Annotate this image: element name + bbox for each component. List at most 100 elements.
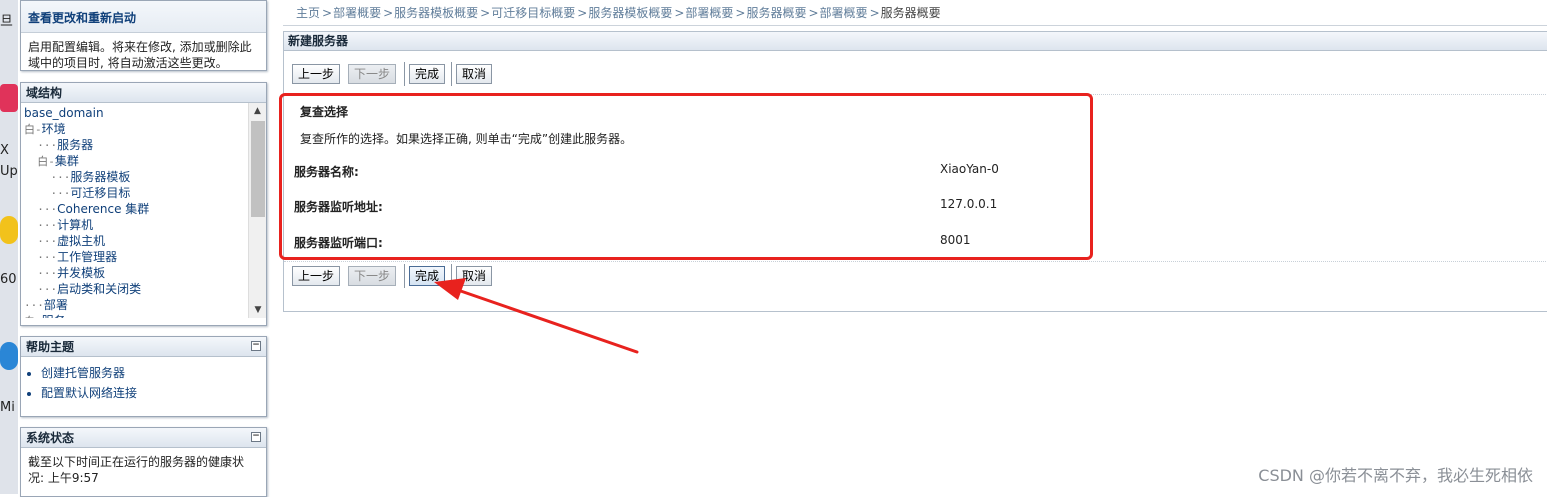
breadcrumb-separator: > (480, 6, 491, 20)
desktop-app-icon[interactable] (0, 84, 18, 112)
breadcrumb-link[interactable]: 服务器模板概要 (588, 6, 672, 20)
tree-connector: ··· (24, 299, 44, 312)
finish-button[interactable]: 完成 (409, 266, 446, 286)
tree-node[interactable]: ···服务器 (24, 137, 266, 153)
breadcrumb-link[interactable]: 部署概要 (685, 6, 733, 20)
desktop-app-icon[interactable] (0, 342, 18, 370)
breadcrumb-separator: > (808, 6, 819, 20)
system-status-title: 系统状态 (26, 431, 75, 445)
breadcrumb-link[interactable]: 服务器模板概要 (394, 6, 478, 20)
tree-node[interactable]: ···虚拟主机 (24, 233, 266, 249)
change-center-panel: 查看更改和重新启动 启用配置编辑。将来在修改, 添加或删除此域中的项目时, 将自… (20, 0, 267, 71)
breadcrumb: 主页 >部署概要 >服务器模板概要 >可迁移目标概要 >服务器模板概要 >部署概要 >服务器… (296, 4, 941, 21)
button-separator (451, 264, 452, 288)
tree-node[interactable]: 白-集群 (24, 153, 266, 169)
next-button[interactable]: 下一步 (348, 266, 397, 286)
tree-connector: 白- (24, 315, 42, 318)
tree-node-label[interactable]: 服务器 (57, 138, 93, 152)
tree-connector: 白- (24, 123, 42, 136)
tree-connector: ··· (24, 139, 58, 152)
help-topics-list: 创建托管服务器 配置默认网络连接 (21, 357, 266, 409)
tree-node[interactable]: 白-环境 (24, 121, 266, 137)
tree-node-label[interactable]: Coherence 集群 (57, 202, 149, 216)
help-topics-title: 帮助主题 (26, 340, 75, 354)
breadcrumb-current: 服务器概要 (880, 6, 941, 20)
back-button[interactable]: 上一步 (292, 64, 341, 84)
view-changes-restart-link[interactable]: 查看更改和重新启动 (21, 1, 266, 33)
tree-node-label[interactable]: 服务器模板 (70, 170, 130, 184)
tree-node-label[interactable]: 虚拟主机 (57, 234, 105, 248)
cancel-button[interactable]: 取消 (456, 266, 493, 286)
review-description: 复查所作的选择。如果选择正确, 则单击“完成”创建此服务器。 (300, 132, 633, 146)
tree-connector: ··· (24, 235, 58, 248)
cancel-button[interactable]: 取消 (456, 64, 493, 84)
tree-scrollbar[interactable]: ▲ ▼ (248, 103, 266, 318)
scroll-thumb[interactable] (251, 121, 265, 217)
desktop-app-icon[interactable] (0, 216, 18, 244)
scroll-down-icon[interactable]: ▼ (249, 302, 266, 318)
button-separator (404, 62, 405, 86)
tree-node[interactable]: ···部署 (24, 297, 266, 313)
tree-node[interactable]: ···服务器模板 (24, 169, 266, 185)
breadcrumb-link[interactable]: 部署概要 (333, 6, 381, 20)
page-title: 新建服务器 (284, 32, 1547, 51)
finish-button[interactable]: 完成 (409, 64, 446, 84)
tree-node[interactable]: ···可迁移目标 (24, 185, 266, 201)
domain-tree: base_domain 白-环境 ···服务器 白-集群 ···服务器模板 ··… (21, 103, 266, 318)
collapse-icon[interactable]: − (251, 341, 261, 351)
breadcrumb-separator: > (322, 6, 333, 20)
tree-node-label[interactable]: 启动类和关闭类 (57, 282, 141, 296)
back-button[interactable]: 上一步 (292, 266, 341, 286)
tree-node-label[interactable]: 环境 (42, 122, 66, 136)
listen-port-label: 服务器监听端口: (294, 236, 383, 250)
tree-root-base-domain[interactable]: base_domain (24, 105, 266, 121)
desktop-icon-label: Up (0, 164, 18, 179)
tree-connector: ··· (24, 187, 71, 200)
breadcrumb-link[interactable]: 主页 (296, 6, 320, 20)
review-title: 复查选择 (300, 105, 349, 119)
system-status-panel: 系统状态 − 截至以下时间正在运行的服务器的健康状况: 上午9:57 (20, 427, 267, 497)
breadcrumb-link[interactable]: 可迁移目标概要 (491, 6, 575, 20)
tree-connector: ··· (24, 267, 58, 280)
tree-node[interactable]: ···并发模板 (24, 265, 266, 281)
tree-connector: ··· (24, 283, 58, 296)
breadcrumb-link[interactable]: 部署概要 (820, 6, 868, 20)
tree-node[interactable]: 白-服务 (24, 313, 266, 318)
tree-node-label[interactable]: 工作管理器 (57, 250, 117, 264)
watermark: CSDN @你若不离不弃，我必生死相依 (1258, 466, 1533, 485)
help-topics-panel: 帮助主题 − 创建托管服务器 配置默认网络连接 (20, 336, 267, 417)
tree-node-label[interactable]: 服务 (42, 314, 66, 318)
desktop-icon-label: Mi (0, 400, 15, 415)
tree-node[interactable]: ···计算机 (24, 217, 266, 233)
system-status-header: 系统状态 − (21, 428, 266, 448)
tree-connector: ··· (24, 219, 58, 232)
next-button[interactable]: 下一步 (348, 64, 397, 84)
tree-node-label[interactable]: 计算机 (57, 218, 93, 232)
tree-node[interactable]: ···工作管理器 (24, 249, 266, 265)
tree-node-label[interactable]: 部署 (44, 298, 68, 312)
server-name-value: XiaoYan-0 (940, 162, 999, 176)
tree-connector: ··· (24, 171, 71, 184)
tree-node-label[interactable]: 集群 (55, 154, 79, 168)
scroll-up-icon[interactable]: ▲ (249, 103, 266, 119)
button-separator (404, 264, 405, 288)
button-separator (451, 62, 452, 86)
breadcrumb-link[interactable]: 服务器概要 (746, 6, 806, 20)
tree-node-label[interactable]: 可迁移目标 (70, 186, 130, 200)
domain-structure-panel: 域结构 base_domain 白-环境 ···服务器 白-集群 ···服务器模… (20, 82, 267, 326)
help-link-create-managed-server[interactable]: 创建托管服务器 (41, 363, 260, 383)
server-name-label: 服务器名称: (294, 165, 359, 179)
tree-node[interactable]: ···Coherence 集群 (24, 201, 266, 217)
collapse-icon[interactable]: − (251, 432, 261, 442)
help-link-configure-network[interactable]: 配置默认网络连接 (41, 383, 260, 403)
domain-structure-title: 域结构 (21, 83, 266, 103)
tree-node-label[interactable]: 并发模板 (57, 266, 105, 280)
listen-address-label: 服务器监听地址: (294, 200, 383, 214)
tree-node[interactable]: ···启动类和关闭类 (24, 281, 266, 297)
desktop-background: 旦 X Up 60 Mi (0, 0, 18, 494)
new-server-panel: 新建服务器 上一步 下一步 完成 取消 复查选择 复查所作的选择。如果选择正确,… (283, 31, 1547, 312)
help-topics-header: 帮助主题 − (21, 337, 266, 357)
tree-connector: ··· (24, 203, 58, 216)
listen-port-value: 8001 (940, 233, 971, 247)
breadcrumb-separator: > (383, 6, 394, 20)
